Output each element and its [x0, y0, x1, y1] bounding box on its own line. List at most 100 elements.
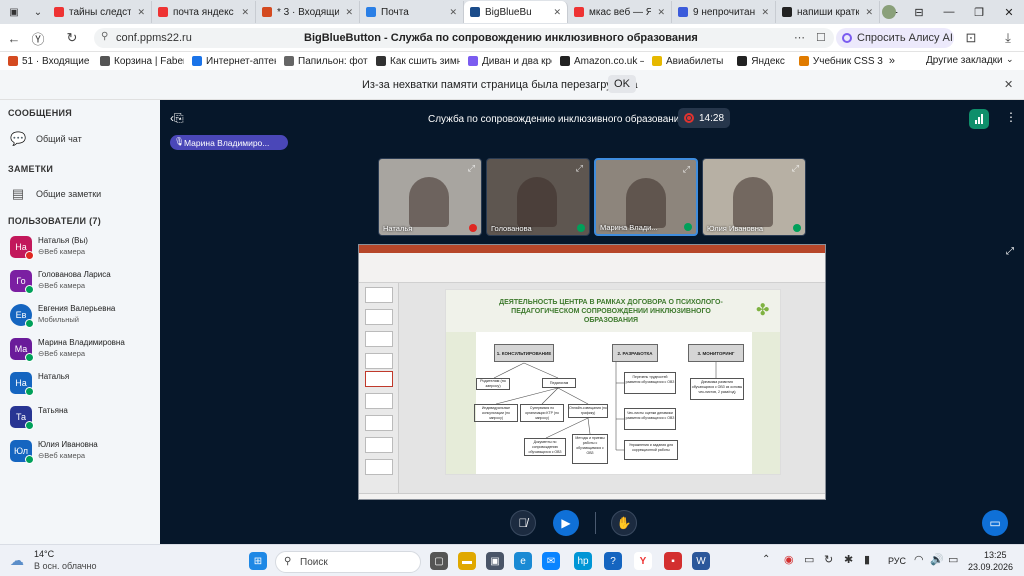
browser-tab[interactable]: мкас веб — Янд ✕: [568, 1, 672, 23]
reload-icon[interactable]: ↻: [64, 30, 80, 46]
tray-battery-icon[interactable]: ▮: [864, 553, 870, 566]
tray-camera-icon[interactable]: ▭: [804, 553, 814, 566]
expand-icon[interactable]: ⤢: [792, 163, 799, 174]
bookmark-item[interactable]: Яндекс: [729, 56, 791, 67]
bookmark-item[interactable]: Интернет-аптека: [184, 56, 276, 67]
bookmark-item[interactable]: Авиабилеты: [644, 56, 729, 67]
tab-close-icon[interactable]: ✕: [345, 7, 353, 18]
clock-time[interactable]: 13:25: [984, 550, 1007, 560]
yandex-browser-icon[interactable]: Y: [634, 552, 652, 570]
bookmark-icon[interactable]: ☐: [816, 31, 826, 44]
toggle-sidebar-icon[interactable]: ‹⎘: [170, 111, 184, 126]
url-field[interactable]: ⚲ conf.ppms22.ru BigBlueButton - Служба …: [94, 28, 834, 48]
back-icon[interactable]: ←: [6, 30, 22, 46]
clock-date[interactable]: 23.09.2026: [968, 562, 1013, 572]
connection-status-icon[interactable]: [969, 109, 989, 129]
unmute-button[interactable]: 🎙̸: [510, 510, 536, 536]
expand-icon[interactable]: ⤢: [468, 163, 475, 174]
maximize-button[interactable]: ❐: [964, 0, 994, 24]
webcam-tile[interactable]: ⤢ Наталья: [378, 158, 482, 236]
weather-icon[interactable]: ☁: [10, 552, 24, 569]
webcam-tile[interactable]: ⤢ Голованова: [486, 158, 590, 236]
tray-bluetooth-icon[interactable]: ✱: [844, 553, 853, 566]
notification-ok-button[interactable]: OK: [608, 75, 636, 93]
talking-indicator[interactable]: 🎙 Марина Владимиро...: [170, 135, 288, 150]
more-bookmarks-icon[interactable]: »: [889, 55, 895, 67]
mail-icon[interactable]: ✉: [542, 552, 560, 570]
browser-tab[interactable]: 9 непрочитанн ✕: [672, 1, 776, 23]
app-icon[interactable]: ▪: [664, 552, 682, 570]
word-icon[interactable]: W: [692, 552, 710, 570]
minimize-button[interactable]: —: [934, 0, 964, 24]
tab-actions-icon[interactable]: ▣: [4, 3, 24, 21]
help-icon[interactable]: ?: [604, 552, 622, 570]
fullscreen-icon[interactable]: ⤢: [1006, 246, 1014, 257]
volume-icon[interactable]: 🔊: [930, 553, 944, 566]
raise-hand-button[interactable]: ✋: [611, 510, 637, 536]
tab-close-icon[interactable]: ✕: [449, 7, 457, 18]
notification-close-icon[interactable]: ✕: [1004, 78, 1013, 91]
other-bookmarks[interactable]: Другие закладки: [926, 55, 1003, 66]
hp-icon[interactable]: hp: [574, 552, 592, 570]
user-list-item[interactable]: На Наталья: [8, 370, 158, 398]
shared-notes-item[interactable]: ▤ Общие заметки: [10, 183, 101, 205]
bookmark-item[interactable]: Учебник CSS 3. C: [791, 56, 883, 67]
browser-tab[interactable]: почта яндекс - ✕: [152, 1, 256, 23]
ask-alice-button[interactable]: Спросить Алису AI: [836, 28, 954, 48]
browser-tab[interactable]: Почта ✕: [360, 1, 464, 23]
task-view-icon[interactable]: ▢: [430, 552, 448, 570]
close-window-button[interactable]: ✕: [994, 0, 1024, 24]
tab-list-icon[interactable]: ⌄: [28, 3, 48, 21]
expand-icon[interactable]: ⤢: [576, 163, 583, 174]
battery-icon[interactable]: ▭: [948, 553, 958, 566]
recording-indicator[interactable]: 14:28: [678, 108, 730, 128]
options-menu-icon[interactable]: ⋮: [1005, 110, 1017, 124]
user-list-item[interactable]: Го Голованова Лариса ⊖Веб камера: [8, 268, 158, 296]
webcam-tile[interactable]: ⤢ Юлия Ивановна: [702, 158, 806, 236]
profile-avatar-icon[interactable]: [874, 0, 904, 24]
tray-sync-icon[interactable]: ↻: [824, 553, 833, 566]
tab-close-icon[interactable]: ✕: [761, 7, 769, 18]
camera-button[interactable]: ▶: [553, 510, 579, 536]
language-indicator[interactable]: РУС: [888, 556, 906, 566]
tab-close-icon[interactable]: ✕: [137, 7, 145, 18]
browser-tab[interactable]: * 3 · Входящие ✕: [256, 1, 360, 23]
tray-app-icon[interactable]: ◉: [784, 553, 794, 566]
user-list-item[interactable]: Ев Евгения Валерьевна Мобильный: [8, 302, 158, 330]
taskbar-search[interactable]: ⚲ Поиск: [275, 551, 421, 573]
chevron-down-icon[interactable]: ⌄: [1006, 54, 1014, 65]
tab-close-icon[interactable]: ✕: [553, 7, 561, 18]
extensions-icon[interactable]: ⊟: [904, 0, 934, 24]
expand-icon[interactable]: ⤢: [683, 164, 690, 175]
bookmark-item[interactable]: 51 · Входящие — Я: [0, 56, 92, 67]
store-icon[interactable]: ▣: [486, 552, 504, 570]
start-icon[interactable]: ⊞: [249, 552, 267, 570]
browser-tab[interactable]: тайны следстви ✕: [48, 1, 152, 23]
file-explorer-icon[interactable]: ▬: [458, 552, 476, 570]
yandex-icon[interactable]: Ⓨ: [30, 30, 46, 47]
presentation-slide[interactable]: ДЕЯТЕЛЬНОСТЬ ЦЕНТРА В РАМКАХ ДОГОВОРА О …: [358, 244, 826, 500]
wifi-icon[interactable]: ◠: [914, 553, 924, 566]
tab-close-icon[interactable]: ✕: [241, 7, 249, 18]
bookmark-item[interactable]: Диван и два крес: [460, 56, 552, 67]
edge-icon[interactable]: e: [514, 552, 532, 570]
more-icon[interactable]: ⋯: [794, 31, 805, 44]
user-list-item[interactable]: Ма Марина Владимировна ⊖Веб камера: [8, 336, 158, 364]
bookmark-item[interactable]: Как сшить зимни: [368, 56, 460, 67]
user-list-item[interactable]: На Наталья (Вы) ⊖Веб камера: [8, 234, 158, 262]
bookmark-item[interactable]: Amazon.co.uk – O: [552, 56, 644, 67]
reader-icon[interactable]: ⊡: [963, 30, 979, 46]
weather-desc[interactable]: В осн. облачно: [34, 561, 96, 571]
user-list-item[interactable]: Юл Юлия Ивановна ⊖Веб камера: [8, 438, 158, 466]
tab-close-icon[interactable]: ✕: [657, 7, 665, 18]
webcam-tile[interactable]: ⤢ Марина Влади...: [594, 158, 698, 236]
public-chat-item[interactable]: 💬 Общий чат: [10, 128, 82, 150]
screen-share-button[interactable]: ▭: [982, 510, 1008, 536]
browser-tab[interactable]: напиши кратко ✕: [776, 1, 880, 23]
tray-expand-icon[interactable]: ⌃: [762, 554, 770, 565]
bookmark-item[interactable]: Корзина | Faberlic: [92, 56, 184, 67]
user-list-item[interactable]: Та Татьяна: [8, 404, 158, 432]
tab-close-icon[interactable]: ✕: [865, 7, 873, 18]
weather-temp[interactable]: 14°C: [34, 549, 54, 559]
downloads-icon[interactable]: ⤓: [1000, 30, 1016, 46]
